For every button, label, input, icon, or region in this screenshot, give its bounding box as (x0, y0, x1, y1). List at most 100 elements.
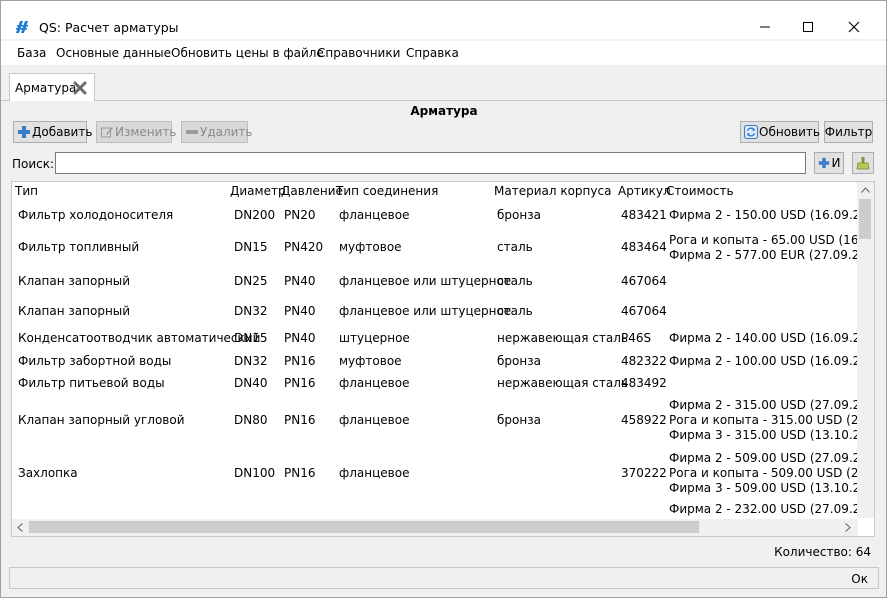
panel-title: Арматура (410, 104, 478, 118)
table-row[interactable]: Конденсатоотводчик автоматический DN15 PN4… (12, 327, 874, 350)
cell-price-entry: Фирма 3 - 509.00 USD (13.10.2016) (669, 481, 875, 495)
column-header-type[interactable]: Тип (15, 184, 38, 198)
column-header-cost[interactable]: Стоимость (666, 184, 734, 198)
tab-label: Арматура (15, 81, 77, 95)
status-bar: Ок (9, 567, 879, 589)
edit-button-label: Изменить (115, 125, 177, 139)
cell-connection: фланцевое (339, 466, 410, 480)
column-header-connection[interactable]: Тип соединения (336, 184, 438, 198)
cell-material: нержавеющая сталь (497, 376, 628, 390)
scroll-left-icon[interactable] (17, 523, 23, 532)
cell-pressure: PN420 (284, 240, 324, 254)
cell-type: Фильтр топливный (18, 240, 140, 254)
cell-material: сталь (497, 304, 533, 318)
column-header-diameter[interactable]: Диаметр (230, 184, 286, 198)
cell-diameter: DN40 (234, 376, 268, 390)
minimize-icon (760, 26, 770, 28)
cell-material: бронза (497, 354, 541, 368)
cell-connection: фланцевое (339, 376, 410, 390)
menu-item-main-data[interactable]: Основные данные (56, 46, 171, 60)
app-window: QS: Расчет арматуры База Основные данные… (0, 0, 887, 598)
cell-connection: муфтовое (339, 354, 402, 368)
plus-icon (818, 157, 829, 169)
maximize-button[interactable] (785, 13, 831, 41)
cell-price-entry: Фирма 2 - 509.00 USD (27.09.2016) (669, 451, 875, 465)
menu-item-help[interactable]: Справка (406, 46, 459, 60)
menu-item-update-prices[interactable]: Обновить цены в файле (171, 46, 324, 60)
cell-price-entry: Рога и копыта - 315.00 USD (27.09.2 (669, 413, 875, 427)
table-row[interactable]: Фильтр питьевой воды DN40 PN16 фланцевое нер… (12, 373, 858, 394)
menu-item-base[interactable]: База (17, 46, 46, 60)
minus-icon (186, 130, 198, 134)
tab-strip: Арматура (1, 65, 886, 102)
table-row[interactable]: Фильтр забортной воды DN32 PN16 муфтовое бро… (12, 350, 874, 373)
column-header-pressure[interactable]: Давление (281, 184, 343, 198)
column-header-material[interactable]: Материал корпуса (494, 184, 611, 198)
table-row[interactable]: Клапан запорный DN25 PN40 фланцевое или шту… (12, 266, 858, 296)
cell-pressure: PN40 (284, 331, 316, 345)
vertical-scrollbar[interactable] (857, 182, 874, 518)
cell-material: сталь (497, 274, 533, 288)
cell-diameter: DN15 (234, 331, 268, 345)
edit-button[interactable]: Изменить (96, 121, 177, 143)
cell-diameter: DN100 (234, 466, 276, 480)
tab-close-icon[interactable] (73, 81, 87, 95)
scroll-up-icon[interactable] (861, 187, 870, 193)
close-icon (848, 21, 860, 33)
table-row[interactable]: Фильтр холодоносителя DN200 PN20 фланцевое б… (12, 204, 874, 227)
cell-pressure: PN40 (284, 304, 316, 318)
add-button-label: Добавить (32, 125, 93, 139)
armatura-table[interactable]: Тип Диаметр Давление Тип соединения Мате… (11, 181, 875, 537)
cell-article: 467064 (621, 274, 667, 288)
refresh-button[interactable]: Обновить (740, 121, 820, 143)
cell-diameter: DN32 (234, 304, 268, 318)
delete-button-label: Удалить (200, 125, 253, 139)
cell-article: 482322 (621, 354, 667, 368)
cell-type: Фильтр питьевой воды (18, 376, 165, 390)
cell-price-entry: Фирма 3 - 315.00 USD (13.10.2016) (669, 428, 875, 442)
cell-pressure: PN40 (284, 274, 316, 288)
cell-pressure: PN16 (284, 376, 316, 390)
menu-item-references[interactable]: Справочники (317, 46, 400, 60)
close-window-button[interactable] (831, 13, 877, 41)
table-row[interactable]: Фирма 2 - 232.00 USD (27.09.2016) (12, 499, 874, 519)
cell-material: бронза (497, 208, 541, 222)
search-and-button[interactable]: И (814, 152, 844, 174)
clear-search-button[interactable] (852, 152, 874, 174)
cell-article: 467064 (621, 304, 667, 318)
column-header-article[interactable]: Артикул (618, 184, 671, 198)
cell-type: Захлопка (18, 466, 78, 480)
table-row[interactable]: Клапан запорный угловой DN80 PN16 фланцевое… (12, 394, 874, 447)
horizontal-scroll-thumb[interactable] (29, 521, 699, 533)
delete-button[interactable]: Удалить (181, 121, 253, 143)
cell-price-entry: Фирма 2 - 150.00 USD (16.09.2016) (669, 208, 875, 222)
search-input[interactable] (55, 152, 806, 174)
cell-connection: штуцерное (339, 331, 410, 345)
cell-diameter: DN25 (234, 274, 268, 288)
cell-article: 370222 (621, 466, 667, 480)
cell-material: нержавеющая сталь (497, 331, 628, 345)
table-row[interactable]: Захлопка DN100 PN16 фланцевое 370222 Фирма 2 … (12, 447, 874, 499)
tab-armatura[interactable]: Арматура (9, 73, 95, 102)
menu-bar: База Основные данные Обновить цены в фай… (1, 41, 886, 65)
cell-type: Фильтр холодоносителя (18, 208, 174, 222)
cell-type: Клапан запорный (18, 274, 131, 288)
record-count: Количество: 64 (774, 545, 871, 559)
minimize-button[interactable] (742, 13, 788, 41)
broom-icon (856, 157, 870, 170)
cell-price-entry: Фирма 2 - 140.00 USD (16.09.2016) (669, 331, 875, 345)
cell-article: 483421 (621, 208, 667, 222)
table-row[interactable]: Фильтр топливный DN15 PN420 муфтовое сталь 48… (12, 229, 874, 266)
add-button[interactable]: Добавить (13, 121, 92, 143)
filter-button[interactable]: Фильтр (824, 121, 873, 143)
cell-type: Фильтр забортной воды (18, 354, 172, 368)
table-row[interactable]: Клапан запорный DN32 PN40 фланцевое или шту… (12, 296, 858, 327)
scroll-right-icon[interactable] (845, 523, 851, 532)
horizontal-scrollbar[interactable] (12, 519, 858, 536)
vertical-scroll-thumb[interactable] (859, 199, 871, 239)
maximize-icon (803, 22, 813, 32)
filter-button-label: Фильтр (824, 125, 873, 139)
cell-price-entry: Фирма 2 - 577.00 EUR (27.09.2016) (669, 248, 875, 262)
cell-connection: фланцевое или штуцерное (339, 274, 512, 288)
cell-price-entry: Фирма 2 - 232.00 USD (27.09.2016) (669, 502, 875, 516)
